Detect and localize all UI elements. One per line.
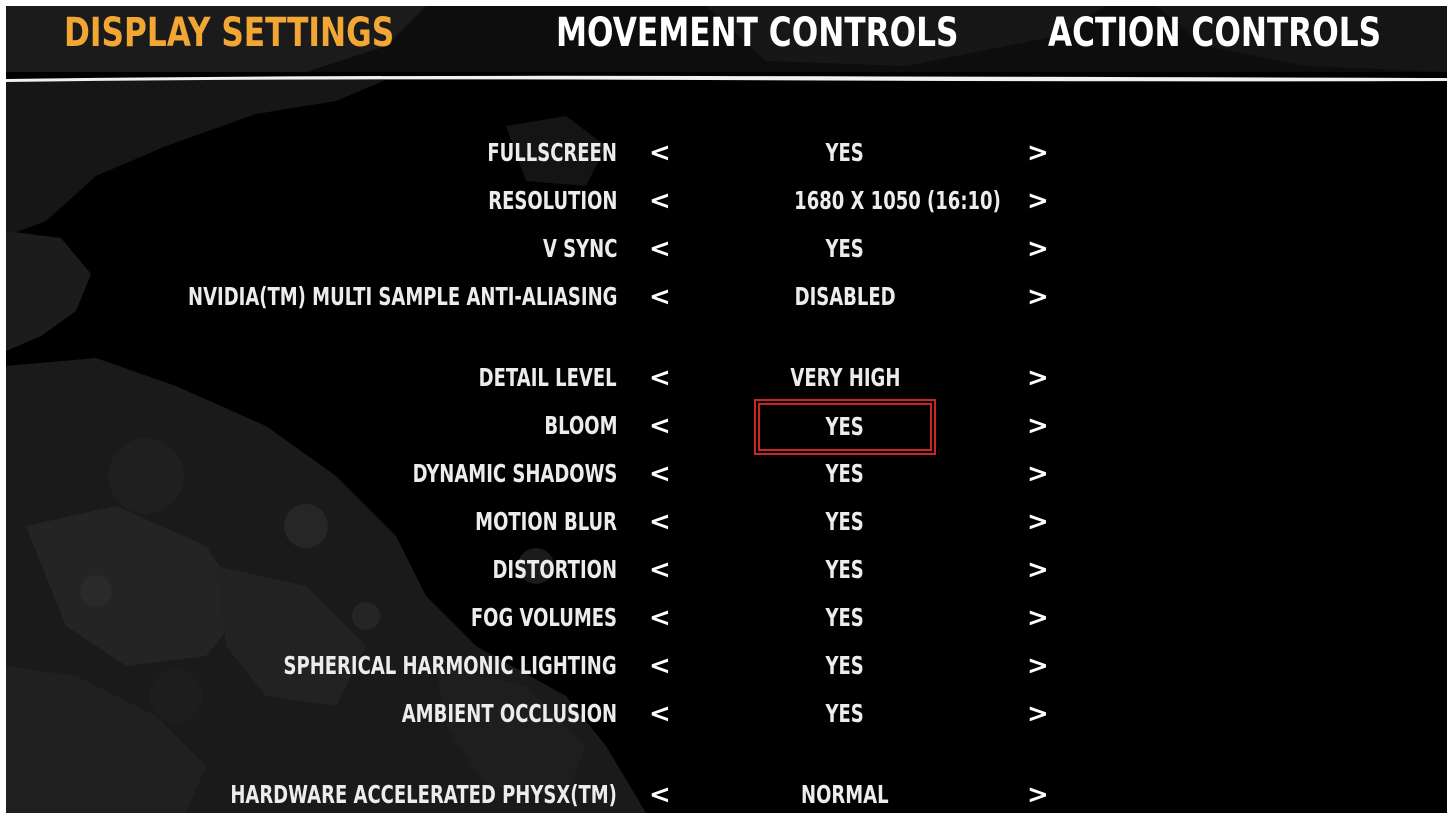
setting-row[interactable]: SPHERICAL HARMONIC LIGHTING < YES > [6, 648, 1447, 684]
increase-arrow-button[interactable]: > [1027, 135, 1049, 171]
decrease-arrow-button[interactable]: < [649, 360, 671, 396]
tab-bar: DISPLAY SETTINGS MOVEMENT CONTROLS ACTIO… [6, 6, 1447, 80]
setting-value: YES [754, 228, 936, 270]
increase-arrow-button[interactable]: > [1027, 600, 1049, 636]
value-box[interactable]: NORMAL [754, 774, 936, 813]
setting-value: YES [754, 549, 936, 591]
setting-value-text: YES [825, 459, 865, 488]
setting-row[interactable]: V SYNC < YES > [6, 231, 1447, 267]
setting-label: DYNAMIC SHADOWS [412, 459, 617, 488]
setting-row[interactable]: DYNAMIC SHADOWS < YES > [6, 456, 1447, 492]
tab-movement-controls[interactable]: MOVEMENT CONTROLS [556, 10, 959, 56]
setting-label: FOG VOLUMES [470, 603, 617, 632]
decrease-arrow-button[interactable]: < [649, 600, 671, 636]
setting-label: NVIDIA(TM) MULTI SAMPLE ANTI-ALIASING [187, 282, 617, 311]
setting-value-text: YES [825, 603, 865, 632]
setting-value: 1680 X 1050 (16:10) [754, 180, 1001, 222]
increase-arrow-button[interactable]: > [1027, 360, 1049, 396]
decrease-arrow-button[interactable]: < [649, 696, 671, 732]
value-box[interactable]: YES [754, 549, 936, 591]
value-box[interactable]: VERY HIGH [754, 357, 936, 399]
setting-row[interactable]: NVIDIA(TM) MULTI SAMPLE ANTI-ALIASING < DI… [6, 279, 1447, 315]
tab-action-controls[interactable]: ACTION CONTROLS [1048, 10, 1381, 56]
setting-row[interactable]: AMBIENT OCCLUSION < YES > [6, 696, 1447, 732]
setting-value: YES [754, 132, 936, 174]
value-box[interactable]: YES [754, 597, 936, 639]
decrease-arrow-button[interactable]: < [649, 135, 671, 171]
value-box[interactable]: YES [754, 501, 936, 543]
setting-value: YES [754, 597, 936, 639]
setting-row[interactable]: FOG VOLUMES < YES > [6, 600, 1447, 636]
increase-arrow-button[interactable]: > [1027, 231, 1049, 267]
setting-label: HARDWARE ACCELERATED PHYSX(TM) [230, 780, 617, 809]
increase-arrow-button[interactable]: > [1027, 456, 1049, 492]
setting-label: DISTORTION [492, 555, 617, 584]
setting-value-text: YES [825, 412, 865, 441]
setting-value-text: YES [825, 234, 865, 263]
setting-row[interactable]: RESOLUTION <1680 X 1050 (16:10) > [6, 183, 1447, 219]
setting-row[interactable]: BLOOM < YES > [6, 399, 1447, 455]
setting-value: YES [756, 401, 934, 453]
decrease-arrow-button[interactable]: < [649, 648, 671, 684]
setting-value-text: YES [825, 651, 865, 680]
decrease-arrow-button[interactable]: < [649, 408, 671, 444]
setting-label: RESOLUTION [487, 186, 617, 215]
increase-arrow-button[interactable]: > [1027, 552, 1049, 588]
decrease-arrow-button[interactable]: < [649, 183, 671, 219]
increase-arrow-button[interactable]: > [1027, 183, 1049, 219]
setting-label: DETAIL LEVEL [479, 363, 617, 392]
increase-arrow-button[interactable]: > [1027, 279, 1049, 315]
value-box[interactable]: DISABLED [754, 276, 936, 318]
setting-value-text: DISABLED [794, 282, 896, 311]
increase-arrow-button[interactable]: > [1027, 777, 1049, 813]
setting-value: NORMAL [754, 774, 936, 813]
setting-value-text: YES [825, 138, 865, 167]
selected-value-box[interactable]: YES [754, 399, 936, 455]
setting-label: AMBIENT OCCLUSION [401, 699, 617, 728]
setting-label: SPHERICAL HARMONIC LIGHTING [283, 651, 617, 680]
increase-arrow-button[interactable]: > [1027, 648, 1049, 684]
setting-label: MOTION BLUR [475, 507, 617, 536]
decrease-arrow-button[interactable]: < [649, 552, 671, 588]
setting-value-text: 1680 X 1050 (16:10) [794, 186, 1001, 215]
value-box[interactable]: 1680 X 1050 (16:10) [754, 180, 1001, 222]
setting-value-text: NORMAL [801, 780, 889, 809]
settings-screen: DISPLAY SETTINGS MOVEMENT CONTROLS ACTIO… [6, 6, 1447, 813]
setting-value: DISABLED [754, 276, 936, 318]
setting-value-text: YES [825, 507, 865, 536]
setting-value: VERY HIGH [754, 357, 936, 399]
decrease-arrow-button[interactable]: < [649, 279, 671, 315]
value-box[interactable]: YES [754, 453, 936, 495]
setting-row[interactable]: HARDWARE ACCELERATED PHYSX(TM) < NORMAL > [6, 777, 1447, 813]
setting-value: YES [754, 645, 936, 687]
setting-label: V SYNC [542, 234, 617, 263]
decrease-arrow-button[interactable]: < [649, 456, 671, 492]
tab-divider-line [6, 75, 1447, 82]
increase-arrow-button[interactable]: > [1027, 696, 1049, 732]
setting-value: YES [754, 453, 936, 495]
increase-arrow-button[interactable]: > [1027, 504, 1049, 540]
setting-value-text: YES [825, 555, 865, 584]
setting-row[interactable]: DISTORTION < YES > [6, 552, 1447, 588]
value-box[interactable]: YES [754, 693, 936, 735]
decrease-arrow-button[interactable]: < [649, 504, 671, 540]
setting-value: YES [754, 693, 936, 735]
setting-label: BLOOM [543, 411, 617, 440]
setting-label: FULLSCREEN [487, 138, 617, 167]
decrease-arrow-button[interactable]: < [649, 777, 671, 813]
setting-row[interactable]: MOTION BLUR < YES > [6, 504, 1447, 540]
tab-display-settings[interactable]: DISPLAY SETTINGS [64, 10, 394, 56]
decrease-arrow-button[interactable]: < [649, 231, 671, 267]
value-box[interactable]: YES [754, 132, 936, 174]
setting-row[interactable]: FULLSCREEN < YES > [6, 135, 1447, 171]
setting-value: YES [754, 501, 936, 543]
setting-row[interactable]: DETAIL LEVEL < VERY HIGH > [6, 360, 1447, 396]
value-box[interactable]: YES [754, 645, 936, 687]
value-box[interactable]: YES [754, 228, 936, 270]
setting-value-text: YES [825, 699, 865, 728]
setting-value-text: VERY HIGH [789, 363, 900, 392]
increase-arrow-button[interactable]: > [1027, 408, 1049, 444]
